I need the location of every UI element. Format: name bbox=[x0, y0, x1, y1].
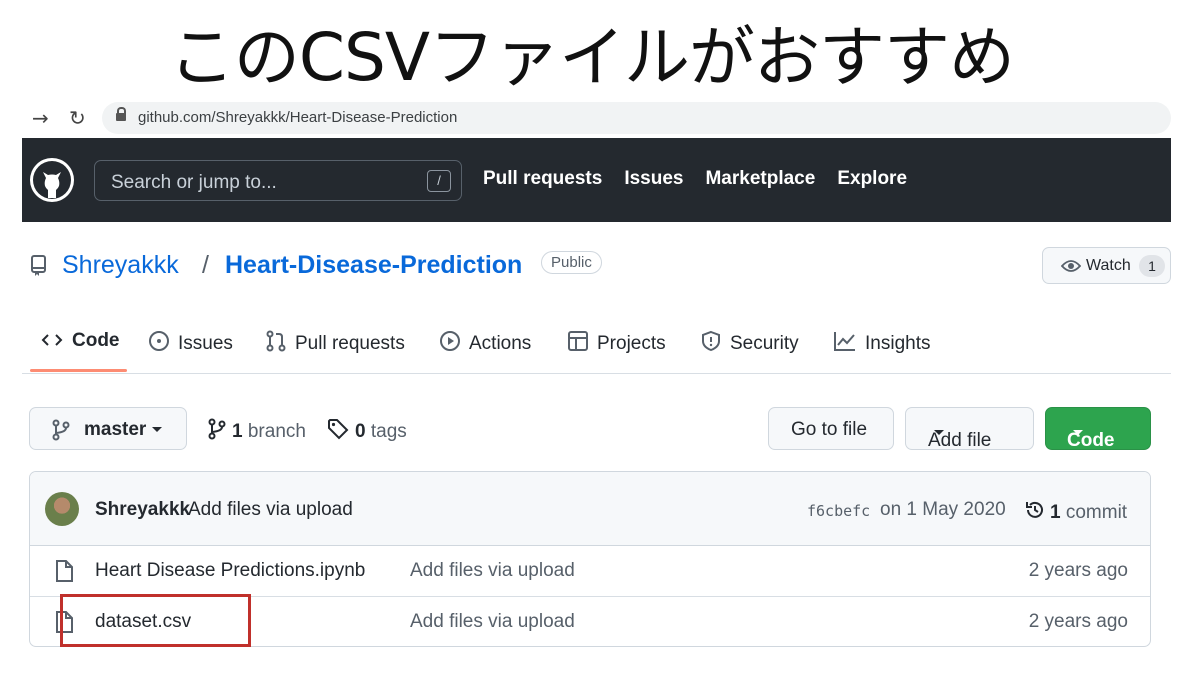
tag-label: tags bbox=[370, 421, 407, 442]
tab-pull-requests-label: Pull requests bbox=[295, 333, 405, 354]
watch-label: Watch bbox=[1086, 257, 1131, 274]
go-to-file-label: Go to file bbox=[791, 419, 868, 440]
avatar[interactable] bbox=[45, 492, 79, 526]
file-commit-message[interactable]: Add files via upload bbox=[410, 611, 575, 633]
play-icon bbox=[440, 331, 460, 351]
github-header: Search or jump to... / Pull requests Iss… bbox=[22, 138, 1171, 222]
nav-pull-requests[interactable]: Pull requests bbox=[483, 168, 602, 190]
tab-issues[interactable]: Issues bbox=[148, 330, 233, 355]
graph-icon bbox=[834, 332, 855, 351]
reload-icon[interactable]: ↻ bbox=[69, 106, 86, 130]
file-name-link[interactable]: Heart Disease Predictions.ipynb bbox=[95, 560, 365, 582]
commit-date: on 1 May 2020 bbox=[880, 499, 1006, 520]
tab-pull-requests[interactable]: Pull requests bbox=[265, 330, 405, 355]
branch-name: master bbox=[84, 419, 163, 441]
latest-commit-row: Shreyakkk Add files via upload f6cbefc o… bbox=[30, 472, 1150, 546]
visibility-badge: Public bbox=[541, 251, 602, 274]
search-shortcut-key: / bbox=[427, 170, 451, 192]
tab-code[interactable]: Code bbox=[40, 330, 120, 352]
browser-toolbar: → ↻ github.com/Shreyakkk/Heart-Disease-P… bbox=[22, 100, 1171, 136]
search-placeholder: Search or jump to... bbox=[111, 172, 277, 193]
tags-link[interactable]: 0 tags bbox=[327, 418, 407, 443]
arrow-right-icon[interactable]: → bbox=[32, 106, 49, 130]
commit-hash[interactable]: f6cbefc bbox=[807, 502, 870, 520]
commit-history-link[interactable]: 1 commit bbox=[1024, 499, 1127, 524]
table-icon bbox=[568, 331, 588, 351]
repo-name-link[interactable]: Heart-Disease-Prediction bbox=[225, 251, 522, 280]
go-to-file-button[interactable]: Go to file bbox=[768, 407, 894, 450]
file-row[interactable]: Heart Disease Predictions.ipynb Add file… bbox=[30, 546, 1150, 596]
tab-code-label: Code bbox=[72, 330, 120, 351]
commit-count: 1 bbox=[1050, 502, 1061, 523]
tab-insights[interactable]: Insights bbox=[833, 330, 930, 355]
search-input[interactable]: Search or jump to... / bbox=[94, 160, 462, 201]
tab-security-label: Security bbox=[730, 333, 799, 354]
repo-tabs: Code Issues Pull requests Actions Projec… bbox=[22, 318, 1171, 374]
commit-count-label: commit bbox=[1065, 502, 1128, 523]
chevron-down-icon bbox=[152, 427, 163, 432]
branch-select-button[interactable]: master bbox=[29, 407, 187, 450]
address-bar[interactable]: github.com/Shreyakkk/Heart-Disease-Predi… bbox=[102, 102, 1171, 134]
branch-label: branch bbox=[247, 421, 306, 442]
add-file-button[interactable]: Add file bbox=[905, 407, 1034, 451]
chevron-down-icon bbox=[934, 430, 944, 435]
nav-marketplace[interactable]: Marketplace bbox=[705, 168, 815, 190]
tab-issues-label: Issues bbox=[178, 333, 233, 354]
highlight-box bbox=[60, 594, 251, 647]
url-text[interactable]: github.com/Shreyakkk/Heart-Disease-Predi… bbox=[138, 109, 457, 126]
tab-actions[interactable]: Actions bbox=[439, 330, 531, 355]
tag-count: 0 bbox=[355, 421, 366, 442]
branch-count: 1 bbox=[232, 421, 243, 442]
pull-request-icon bbox=[266, 330, 286, 352]
code-icon bbox=[41, 334, 63, 346]
tab-projects-label: Projects bbox=[597, 333, 666, 354]
lock-icon bbox=[116, 107, 126, 123]
branch-name-text: master bbox=[84, 419, 147, 440]
tag-icon bbox=[328, 419, 349, 440]
watch-button[interactable]: Watch 1 bbox=[1042, 247, 1171, 284]
tab-insights-label: Insights bbox=[865, 333, 931, 354]
github-logo-icon[interactable] bbox=[30, 158, 74, 202]
nav-explore[interactable]: Explore bbox=[837, 168, 907, 190]
tab-projects[interactable]: Projects bbox=[567, 330, 666, 355]
branches-link[interactable]: 1 branch bbox=[208, 418, 306, 443]
eye-icon bbox=[1061, 260, 1081, 272]
commit-author[interactable]: Shreyakkk bbox=[95, 499, 190, 521]
repo-owner-link[interactable]: Shreyakkk bbox=[62, 251, 179, 280]
tab-security[interactable]: Security bbox=[700, 330, 799, 355]
issue-icon bbox=[149, 331, 169, 351]
branch-icon bbox=[52, 419, 70, 447]
code-button[interactable]: Code bbox=[1045, 407, 1151, 451]
branch-icon bbox=[208, 418, 226, 440]
repo-path-separator: / bbox=[202, 251, 209, 279]
history-icon bbox=[1026, 501, 1043, 518]
commit-message[interactable]: Add files via upload bbox=[188, 499, 353, 521]
caption-title: このCSVファイルがおすすめ bbox=[168, 19, 1015, 96]
chevron-down-icon bbox=[1073, 430, 1083, 435]
repo-header: Shreyakkk / Heart-Disease-Prediction Pub… bbox=[22, 236, 1171, 296]
active-tab-indicator bbox=[30, 369, 127, 372]
watch-count: 1 bbox=[1139, 255, 1165, 277]
top-nav: Pull requests Issues Marketplace Explore bbox=[483, 168, 907, 190]
file-age: 2 years ago bbox=[1028, 611, 1128, 632]
repo-icon bbox=[31, 255, 46, 276]
file-age: 2 years ago bbox=[1028, 560, 1128, 581]
file-commit-message[interactable]: Add files via upload bbox=[410, 560, 575, 582]
tab-actions-label: Actions bbox=[469, 333, 532, 354]
file-icon bbox=[56, 560, 73, 582]
nav-issues[interactable]: Issues bbox=[624, 168, 683, 190]
shield-icon bbox=[702, 330, 720, 352]
